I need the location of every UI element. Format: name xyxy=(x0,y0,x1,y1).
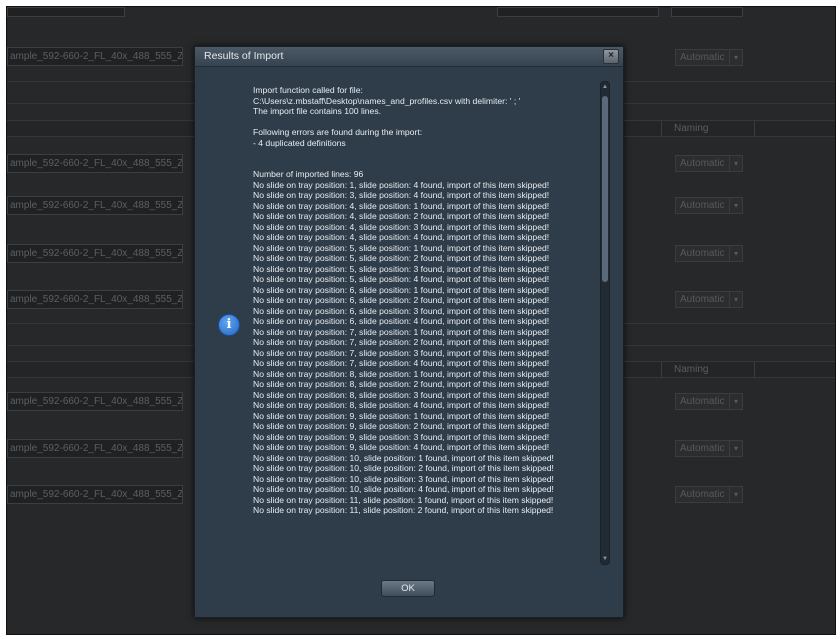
app-background: ample_592-660-2_FL_40x_488_555_ZMB Autom… xyxy=(6,6,836,635)
chevron-down-icon: ▾ xyxy=(729,487,742,502)
message-line: No slide on tray position: 9, slide posi… xyxy=(253,421,550,431)
chevron-down-icon: ▾ xyxy=(729,246,742,261)
sample-name-field[interactable]: ample_592-660-2_FL_40x_488_555_ZMB xyxy=(7,439,183,458)
sample-name-field[interactable]: ample_592-660-2_FL_40x_488_555_ZMB xyxy=(7,196,183,215)
top-field[interactable] xyxy=(7,7,125,17)
message-line: Number of imported lines: 96 xyxy=(253,169,364,179)
message-line: No slide on tray position: 6, slide posi… xyxy=(253,284,550,295)
info-icon: i xyxy=(218,314,240,336)
scroll-down-icon[interactable]: ▼ xyxy=(601,554,609,564)
message-line: No slide on tray position: 10, slide pos… xyxy=(253,473,554,484)
message-line: No slide on tray position: 9, slide posi… xyxy=(253,410,550,421)
message-line: No slide on tray position: 6, slide posi… xyxy=(253,295,550,305)
message-line: No slide on tray position: 10, slide pos… xyxy=(253,484,554,494)
message-line: No slide on tray position: 8, slide posi… xyxy=(253,389,550,400)
message-line: No slide on tray position: 4, slide posi… xyxy=(253,221,550,232)
sample-name-field[interactable]: ample_592-660-2_FL_40x_488_555_ZMB xyxy=(7,47,183,66)
message-line: No slide on tray position: 7, slide posi… xyxy=(253,347,550,358)
sample-name-field[interactable]: ample_592-660-2_FL_40x_488_555_ZMB xyxy=(7,244,183,263)
top-field[interactable] xyxy=(671,7,743,17)
naming-column-header: Naming xyxy=(661,121,755,136)
sample-name-field[interactable]: ample_592-660-2_FL_40x_488_555_ZMB xyxy=(7,290,183,309)
close-button[interactable]: × xyxy=(603,49,619,64)
message-line: No slide on tray position: 6, slide posi… xyxy=(253,305,550,316)
naming-mode-select[interactable]: Automatic ▾ xyxy=(675,49,743,66)
message-area: Import function called for file: C:\Users… xyxy=(253,85,595,569)
message-line: No slide on tray position: 11, slide pos… xyxy=(253,505,554,515)
chevron-down-icon: ▾ xyxy=(729,156,742,171)
message-line: No slide on tray position: 3, slide posi… xyxy=(253,190,550,200)
message-line: No slide on tray position: 10, slide pos… xyxy=(253,463,554,473)
message-line: No slide on tray position: 4, slide posi… xyxy=(253,211,550,221)
naming-mode-select[interactable]: Automatic ▾ xyxy=(675,486,743,503)
message-line: No slide on tray position: 4, slide posi… xyxy=(253,200,550,211)
message-line: - 4 duplicated definitions xyxy=(253,137,346,148)
message-line: No slide on tray position: 9, slide posi… xyxy=(253,442,550,452)
naming-mode-select[interactable]: Automatic ▾ xyxy=(675,291,743,308)
message-line: Import function called for file: xyxy=(253,85,363,95)
message-line: No slide on tray position: 7, slide posi… xyxy=(253,326,550,337)
message-line: No slide on tray position: 7, slide posi… xyxy=(253,337,550,347)
dialog-title: Results of Import xyxy=(204,50,284,62)
dialog-titlebar[interactable]: Results of Import × xyxy=(195,47,623,67)
message-line: No slide on tray position: 5, slide posi… xyxy=(253,274,550,284)
import-results-dialog: Results of Import × i Import function ca… xyxy=(194,46,624,618)
message-line: C:\Users\z.mbstaff\Desktop\names_and_pro… xyxy=(253,95,521,106)
message-line: No slide on tray position: 4, slide posi… xyxy=(253,232,550,242)
naming-mode-select[interactable]: Automatic ▾ xyxy=(675,393,743,410)
message-line: Following errors are found during the im… xyxy=(253,127,423,137)
message-line: No slide on tray position: 5, slide posi… xyxy=(253,242,550,253)
naming-mode-select[interactable]: Automatic ▾ xyxy=(675,440,743,457)
close-icon: × xyxy=(608,50,614,61)
message-line: The import file contains 100 lines. xyxy=(253,106,382,116)
message-line: No slide on tray position: 6, slide posi… xyxy=(253,316,550,326)
message-line: No slide on tray position: 5, slide posi… xyxy=(253,253,550,263)
sample-name-field[interactable]: ample_592-660-2_FL_40x_488_555_ZMB xyxy=(7,154,183,173)
message-line: No slide on tray position: 10, slide pos… xyxy=(253,452,554,463)
message-line: No slide on tray position: 9, slide posi… xyxy=(253,431,550,442)
chevron-down-icon: ▾ xyxy=(729,292,742,307)
scrollbar-thumb[interactable] xyxy=(602,96,608,282)
naming-column-header: Naming xyxy=(661,362,755,377)
sample-name-field[interactable]: ample_592-660-2_FL_40x_488_555_ZMB xyxy=(7,392,183,411)
top-field[interactable] xyxy=(497,7,659,17)
naming-mode-select[interactable]: Automatic ▾ xyxy=(675,245,743,262)
chevron-down-icon: ▾ xyxy=(729,394,742,409)
message-line: No slide on tray position: 5, slide posi… xyxy=(253,263,550,274)
message-line: No slide on tray position: 8, slide posi… xyxy=(253,368,550,379)
ok-button[interactable]: OK xyxy=(381,580,435,597)
chevron-down-icon: ▾ xyxy=(729,441,742,456)
chevron-down-icon: ▾ xyxy=(729,198,742,213)
message-line: No slide on tray position: 7, slide posi… xyxy=(253,358,550,368)
message-scrollbar[interactable]: ▲ ▼ xyxy=(600,81,610,565)
scroll-up-icon[interactable]: ▲ xyxy=(601,82,609,92)
naming-mode-select[interactable]: Automatic ▾ xyxy=(675,155,743,172)
message-line: No slide on tray position: 1, slide posi… xyxy=(253,179,550,190)
message-text: Import function called for file: C:\Users… xyxy=(253,85,595,516)
message-line: No slide on tray position: 8, slide posi… xyxy=(253,379,550,389)
naming-mode-select[interactable]: Automatic ▾ xyxy=(675,197,743,214)
message-line: No slide on tray position: 8, slide posi… xyxy=(253,400,550,410)
message-line: No slide on tray position: 11, slide pos… xyxy=(253,494,554,505)
sample-name-field[interactable]: ample_592-660-2_FL_40x_488_555_ZMB xyxy=(7,485,183,504)
chevron-down-icon: ▾ xyxy=(729,50,742,65)
